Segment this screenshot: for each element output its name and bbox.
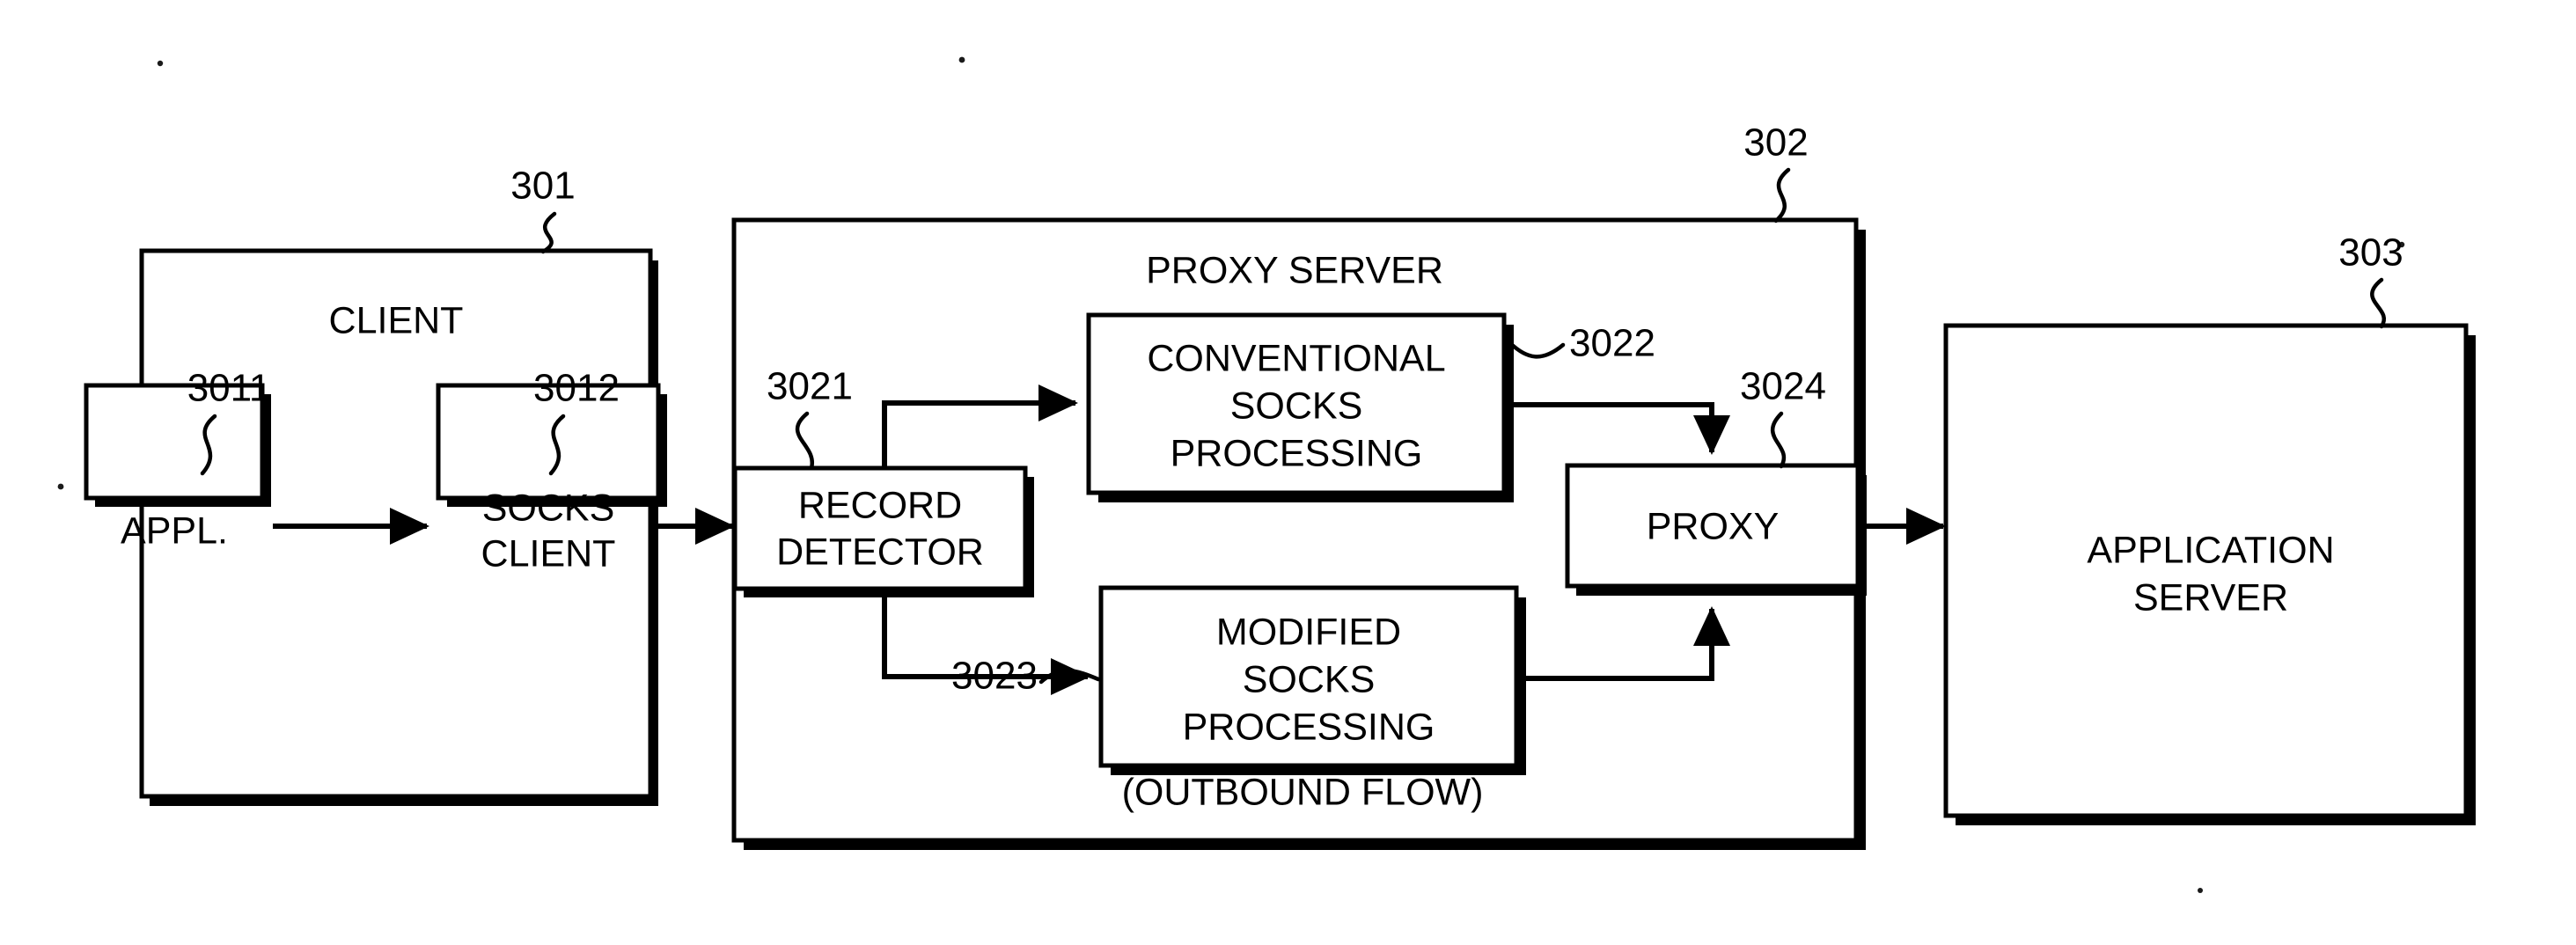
modified-socks-label-line1: MODIFIED <box>1216 611 1401 653</box>
patent-block-diagram: CLIENT 301 APPL. 3011 SOCKS CLIENT 3012 <box>57 56 2476 893</box>
modified-socks-label-line2: SOCKS <box>1243 658 1376 700</box>
modified-socks-label-line3: PROCESSING <box>1183 706 1435 748</box>
ref-3012-label: 3012 <box>533 367 620 410</box>
ref-3021-label: 3021 <box>767 365 853 408</box>
record-detector-label-line2: DETECTOR <box>776 531 984 573</box>
outbound-flow-label: (OUTBOUND FLOW) <box>1122 771 1484 813</box>
client-label: CLIENT <box>329 299 464 341</box>
conventional-socks-label-line1: CONVENTIONAL <box>1147 337 1445 379</box>
conventional-socks-label-line2: SOCKS <box>1230 385 1363 427</box>
appl-label: APPL. <box>121 509 228 552</box>
application-server-label-line1: APPLICATION <box>2087 529 2334 571</box>
modified-socks-block[interactable]: MODIFIED SOCKS PROCESSING <box>1098 585 1526 775</box>
proxy-block[interactable]: PROXY <box>1565 463 1867 596</box>
record-detector-block[interactable]: RECORD DETECTOR <box>732 465 1034 597</box>
record-detector-label-line1: RECORD <box>798 484 962 526</box>
ref-303-label: 303 <box>2338 231 2403 275</box>
application-server-label-line2: SERVER <box>2133 576 2288 619</box>
ref-3022-label: 3022 <box>1569 322 1655 365</box>
ref-303: 303 <box>2338 231 2404 329</box>
proxy-label: PROXY <box>1647 505 1780 547</box>
ref-3011-label: 3011 <box>187 367 271 410</box>
application-server-block[interactable]: APPLICATION SERVER <box>1943 323 2476 825</box>
ref-301: 301 <box>510 165 576 254</box>
socks-client-label-line2: CLIENT <box>481 532 616 575</box>
ref-301-label: 301 <box>510 165 575 208</box>
conventional-socks-block[interactable]: CONVENTIONAL SOCKS PROCESSING <box>1086 312 1514 502</box>
ref-3024-label: 3024 <box>1740 365 1826 408</box>
figure-canvas: CLIENT 301 APPL. 3011 SOCKS CLIENT 3012 <box>0 0 2576 945</box>
socks-client-label-line1: SOCKS <box>482 487 615 529</box>
conventional-socks-label-line3: PROCESSING <box>1171 432 1423 474</box>
proxy-server-label: PROXY SERVER <box>1146 249 1443 291</box>
ref-302-label: 302 <box>1743 121 1808 165</box>
ref-302: 302 <box>1743 121 1809 223</box>
